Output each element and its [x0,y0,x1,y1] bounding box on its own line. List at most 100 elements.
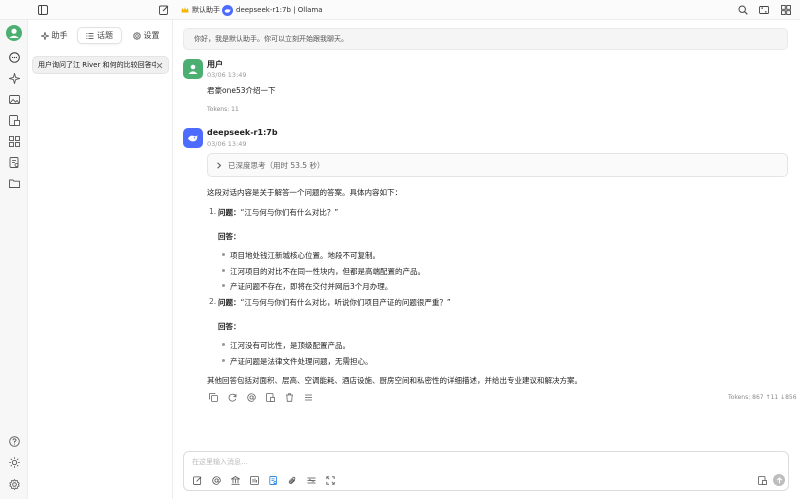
message-input[interactable] [192,456,712,468]
rail-settings-button[interactable] [5,475,23,493]
mention-button[interactable] [211,475,221,485]
list-number: 2. [209,297,217,306]
deepseek-logo-icon [188,134,198,142]
toggle-sidebar-button[interactable] [38,0,48,20]
answer-point: 江河没有可比性，是顶级配置产品。 [230,341,350,350]
rail-knowledge-button[interactable] [5,153,23,171]
answer-point: 产证问题不存在，即将在交付并网后3个月办理。 [230,282,393,291]
apps-grid-icon [8,135,20,147]
tab-topics[interactable]: 话题 [77,27,122,44]
close-icon[interactable] [156,62,163,69]
assistant-message-time: 03/06 13:49 [207,140,247,148]
bullet-dot [222,269,225,272]
mention-model-button[interactable] [246,392,256,402]
user-name: 用户 [207,60,223,69]
tab-assistants[interactable]: 助手 [34,27,74,44]
answer-conclusion: 其他回答包括对面积、层高、空调能耗、酒店设施、厨房空间和私密性的详细描述，并给出… [207,376,582,385]
bullet-dot [222,253,225,256]
web-search-button[interactable] [249,475,259,485]
copy-button[interactable] [208,392,218,402]
message-input-box [183,451,789,491]
answer-label: 回答： [218,322,241,331]
paperclip-icon [288,476,295,484]
document-image-icon [8,114,20,126]
knowledge-doc-icon [9,156,18,168]
answer-label: 回答： [218,232,241,241]
bullet-dot [222,284,225,287]
expand-input-button[interactable] [325,475,335,485]
question-line: 问题：“江与何与你们有什么对比？” [218,207,338,218]
document-image-icon [757,475,767,485]
gear-icon [132,31,141,40]
at-icon [211,475,221,485]
attach-file-button[interactable] [287,475,297,485]
layout-button[interactable] [781,0,791,20]
expand-arrows-icon [325,475,335,485]
search-button[interactable] [738,0,748,20]
model-selector[interactable]: deepseek-r1:7b | Ollama [222,0,323,20]
list-icon [86,32,94,39]
tab-settings[interactable]: 设置 [125,27,167,44]
user-avatar-button[interactable] [5,24,23,42]
user-icon [188,64,198,74]
question-line: 问题：“江与何与你们有什么对比，听说你们项目产证的问题很严重？” [218,297,451,308]
rail-chat-button[interactable] [5,48,23,66]
send-button[interactable] [773,474,785,486]
document-image-icon [265,392,275,402]
thinking-label: 已深度思考（用时 53.5 秒） [228,160,325,170]
knowledge-base-button[interactable] [230,475,240,485]
copy-icon [208,392,218,402]
edit-icon [192,475,201,485]
edit-icon [159,5,169,15]
assistant-name: deepseek-r1:7b [207,128,278,137]
assistant-selector[interactable]: 默认助手 [181,0,220,20]
rail-apps-button[interactable] [5,132,23,150]
new-chat-button[interactable] [159,0,169,20]
tab-settings-label: 设置 [143,31,160,40]
expand-icon [759,5,769,15]
answer-point: 产证问题是法律文件处理问题，无需担心。 [230,357,373,366]
crown-icon [181,6,189,14]
translate-button[interactable] [265,392,275,402]
deepseek-logo-icon [222,4,233,16]
new-topic-button[interactable] [192,475,202,485]
gear-icon [8,478,20,490]
answer-point: 江河项目的对比不在同一性块内，但都是高端配置的产品。 [230,267,425,276]
answer-point: 项目地处钱江新城核心位置。地段不可复制。 [230,251,380,260]
rail-help-button[interactable] [5,432,23,450]
clear-context-button[interactable] [306,475,316,485]
fullscreen-button[interactable] [759,0,769,20]
folder-icon [8,179,20,188]
greeting-text: 你好，我是默认助手。你可以立刻开始跟我聊天。 [194,35,348,43]
rail-translate-button[interactable] [5,111,23,129]
delete-button[interactable] [284,392,294,402]
chevron-right-icon [217,161,222,169]
sun-icon [8,456,20,468]
question-label: 问题： [218,208,241,217]
question-text: “江与何与你们有什么对比，听说你们项目产证的问题很严重？” [240,298,451,307]
regenerate-button[interactable] [227,392,237,402]
rail-theme-button[interactable] [5,453,23,471]
bullet-dot [222,343,225,346]
title-bar: 默认助手 deepseek-r1:7b | Ollama [0,0,800,20]
attach-knowledge-button[interactable] [268,475,278,485]
code-window-icon [249,475,259,485]
knowledge-doc-icon [268,475,277,485]
sparkle-icon [40,31,49,40]
more-button[interactable] [303,392,313,402]
rail-agents-button[interactable] [5,69,23,87]
help-icon [8,435,20,447]
tab-assistants-label: 助手 [51,31,68,40]
answer-intro: 这段对话内容是关于解答一个问题的答案。具体内容如下： [207,188,402,197]
image-icon [8,94,20,104]
bullet-dot [222,359,225,362]
rail-files-button[interactable] [5,174,23,192]
translate-input-button[interactable] [757,475,767,485]
rail-images-button[interactable] [5,90,23,108]
bank-icon [230,475,240,485]
topics-panel: 助手 话题 设置 用户询问了江 River 和何的比较回答中 [28,20,173,499]
chat-icon [8,51,20,63]
user-message-tokens: Tokens: 11 [207,106,239,113]
topic-item[interactable]: 用户询问了江 River 和何的比较回答中 [32,56,169,74]
thinking-collapse[interactable]: 已深度思考（用时 53.5 秒） [207,153,788,177]
